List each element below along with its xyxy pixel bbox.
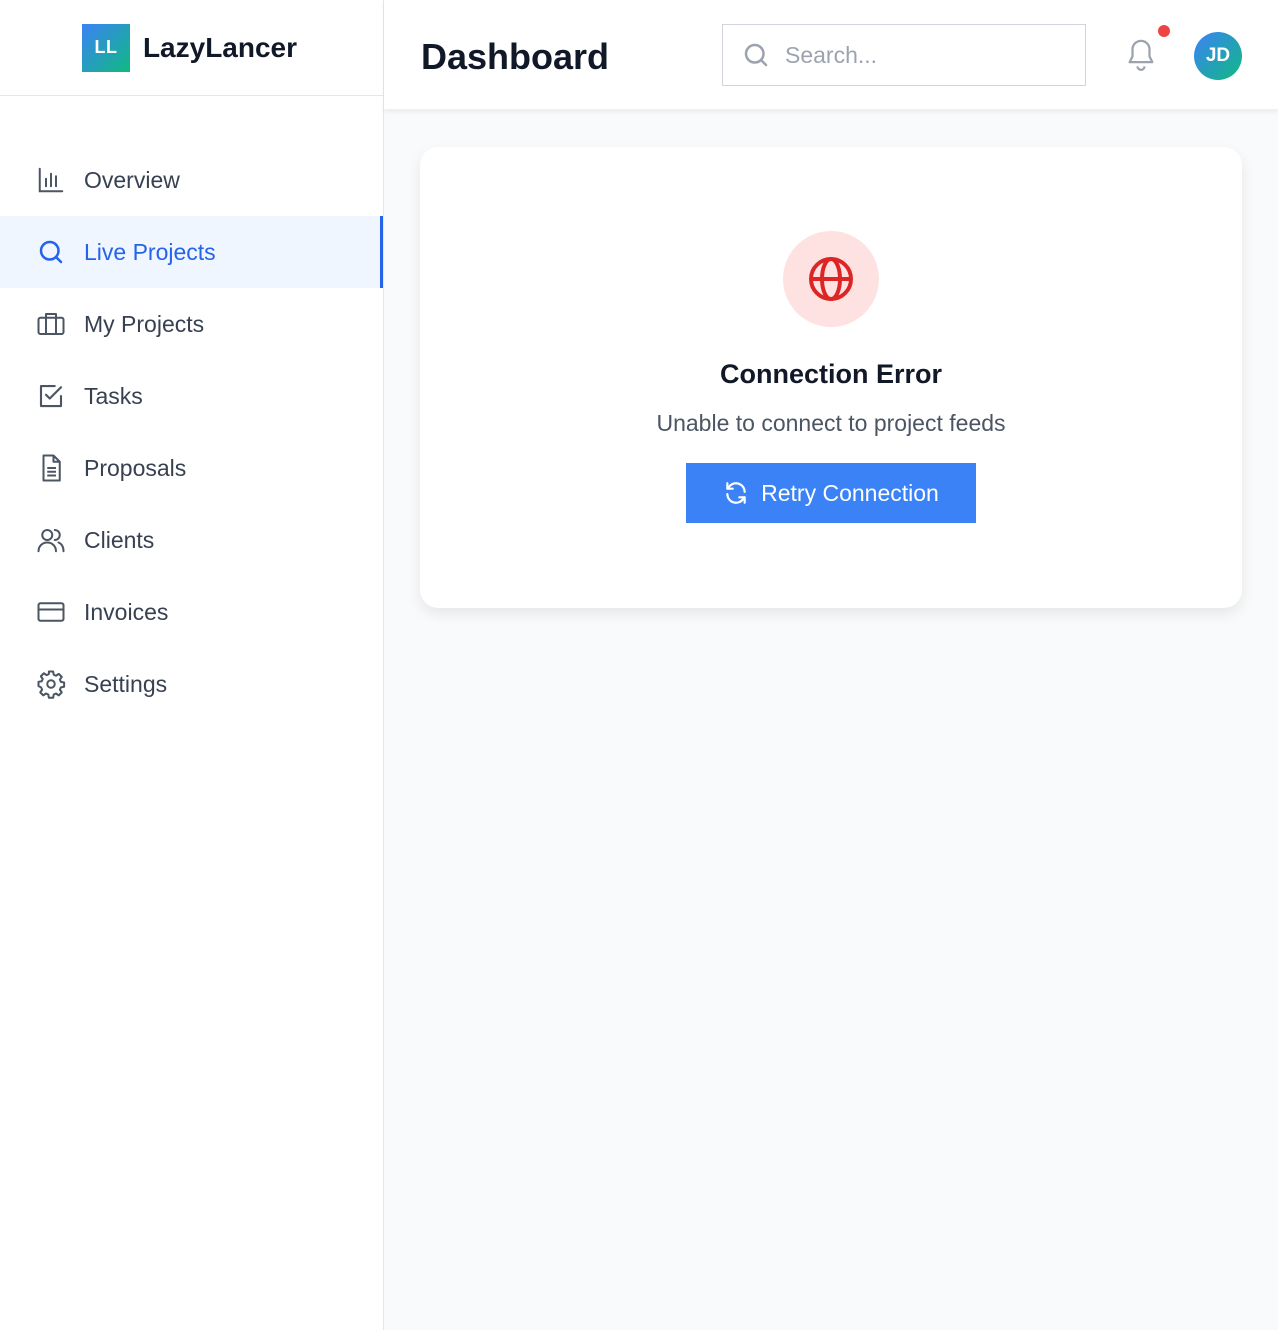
search-input[interactable] bbox=[785, 41, 1055, 69]
brand-logo: LL bbox=[81, 23, 130, 72]
sidebar-item-label: Invoices bbox=[84, 598, 169, 625]
sidebar-nav: Overview Live Projects My Projects Tasks… bbox=[0, 144, 383, 720]
retry-connection-button[interactable]: Retry Connection bbox=[686, 463, 976, 523]
sidebar-item-live-projects[interactable]: Live Projects bbox=[0, 216, 383, 288]
sidebar-item-overview[interactable]: Overview bbox=[0, 144, 383, 216]
error-message: Unable to connect to project feeds bbox=[656, 410, 1006, 436]
sidebar-item-label: My Projects bbox=[84, 310, 205, 337]
error-icon-badge bbox=[783, 231, 879, 327]
refresh-icon bbox=[726, 482, 746, 504]
users-icon bbox=[37, 529, 65, 553]
sidebar-item-label: Tasks bbox=[84, 382, 143, 409]
brand[interactable]: LL LazyLancer bbox=[0, 0, 383, 96]
sidebar-item-my-projects[interactable]: My Projects bbox=[0, 288, 383, 360]
search-icon bbox=[39, 240, 63, 264]
error-title: Connection Error bbox=[719, 359, 942, 389]
sidebar-item-invoices[interactable]: Invoices bbox=[0, 576, 383, 648]
sidebar-item-label: Live Projects bbox=[84, 238, 216, 265]
header: Dashboard JD bbox=[384, 0, 1278, 110]
check-square-icon bbox=[39, 384, 63, 408]
search-icon bbox=[744, 43, 768, 67]
notification-dot bbox=[1158, 25, 1170, 37]
search-box[interactable] bbox=[722, 24, 1086, 86]
retry-label: Retry Connection bbox=[761, 479, 939, 506]
bell-icon[interactable] bbox=[1124, 36, 1158, 74]
sidebar-item-proposals[interactable]: Proposals bbox=[0, 432, 383, 504]
sidebar-item-clients[interactable]: Clients bbox=[0, 504, 383, 576]
sidebar: LL LazyLancer Overview Live Projects My … bbox=[0, 0, 384, 1330]
sidebar-item-label: Settings bbox=[84, 670, 168, 697]
page-title: Dashboard bbox=[421, 36, 610, 77]
bar-chart-icon bbox=[38, 167, 64, 193]
sidebar-item-tasks[interactable]: Tasks bbox=[0, 360, 383, 432]
globe-icon bbox=[809, 257, 853, 301]
sidebar-item-label: Proposals bbox=[84, 454, 187, 481]
avatar[interactable]: JD bbox=[1194, 32, 1242, 80]
brand-name: LazyLancer bbox=[142, 31, 298, 63]
document-icon bbox=[42, 454, 61, 482]
gear-icon bbox=[37, 670, 66, 699]
credit-card-icon bbox=[37, 602, 65, 622]
sidebar-item-label: Clients bbox=[84, 526, 155, 553]
sidebar-item-settings[interactable]: Settings bbox=[0, 648, 383, 720]
sidebar-item-label: Overview bbox=[84, 166, 180, 193]
briefcase-icon bbox=[37, 313, 65, 335]
error-card: Connection Error Unable to connect to pr… bbox=[420, 147, 1242, 608]
